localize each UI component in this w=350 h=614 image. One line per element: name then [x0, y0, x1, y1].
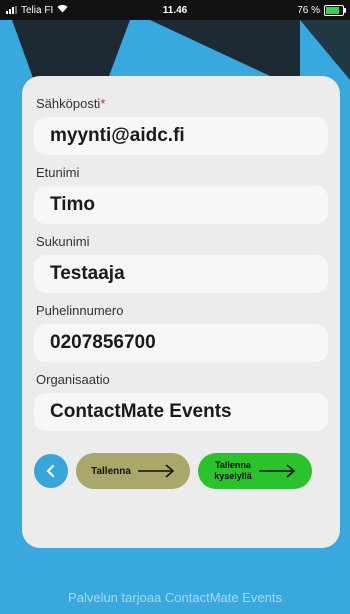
signal-icon: [6, 6, 17, 14]
save-survey-label: Tallenna kyselyllä: [214, 460, 252, 482]
email-label: Sähköposti*: [36, 96, 328, 111]
email-label-text: Sähköposti: [36, 96, 101, 111]
wifi-icon: [57, 4, 68, 16]
status-time: 11.46: [162, 4, 188, 16]
save-survey-label-line2: kyselyllä: [214, 471, 252, 481]
arrow-right-icon: [137, 464, 175, 478]
back-button[interactable]: [34, 454, 68, 488]
last-name-label: Sukunimi: [36, 234, 90, 249]
status-bar: Telia FI 11.46 76 %: [0, 0, 350, 20]
battery-percent: 76 %: [297, 4, 320, 16]
action-buttons: Tallenna Tallenna kyselyllä: [34, 453, 328, 489]
organization-label: Organisaatio: [36, 372, 110, 387]
organization-field[interactable]: [34, 393, 328, 431]
save-button[interactable]: Tallenna: [76, 453, 190, 489]
battery-icon: [323, 4, 346, 16]
email-field[interactable]: [34, 117, 328, 155]
carrier-name: Telia FI: [21, 4, 54, 16]
save-button-label: Tallenna: [91, 465, 131, 477]
last-name-field[interactable]: [34, 255, 328, 293]
save-with-survey-button[interactable]: Tallenna kyselyllä: [198, 453, 312, 489]
save-survey-label-line1: Tallenna: [215, 460, 251, 470]
phone-label: Puhelinnumero: [36, 303, 124, 318]
chevron-left-icon: [46, 465, 55, 477]
first-name-label: Etunimi: [36, 165, 80, 180]
phone-field[interactable]: [34, 324, 328, 362]
footer-text: Palvelun tarjoaa ContactMate Events: [68, 590, 282, 605]
arrow-right-icon: [258, 464, 295, 478]
contact-form-card: Sähköposti* Etunimi Sukunimi Puhelinnume…: [22, 76, 340, 548]
required-mark: *: [100, 96, 106, 111]
first-name-field[interactable]: [34, 186, 328, 224]
